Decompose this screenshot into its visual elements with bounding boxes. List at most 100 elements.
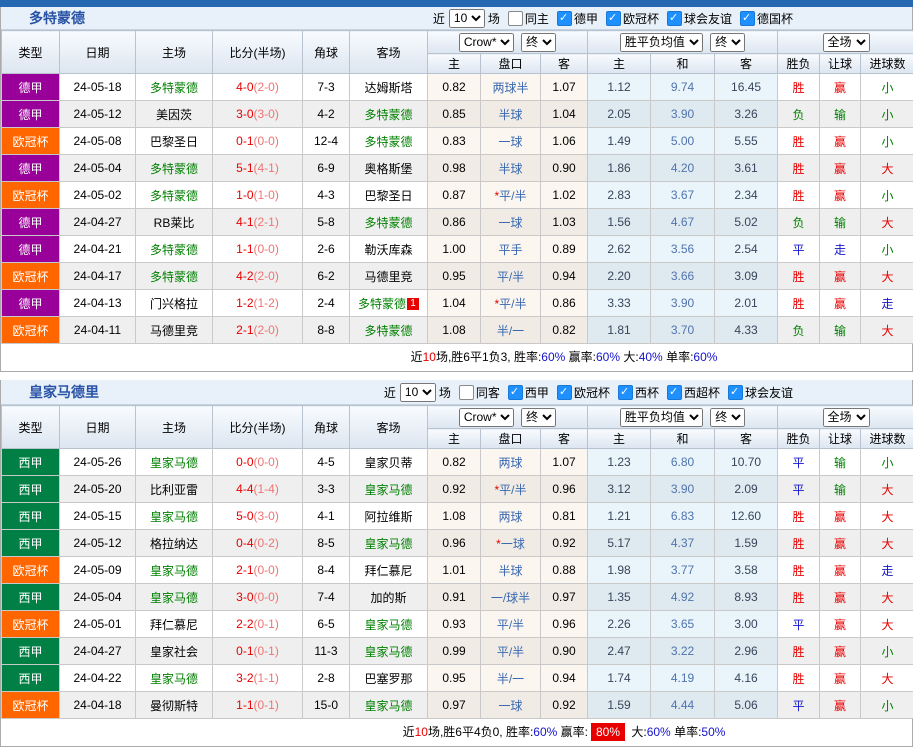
league-filter-checkbox[interactable] bbox=[740, 11, 755, 26]
recent-label: 近 bbox=[433, 10, 445, 27]
corner-score: 3-3 bbox=[303, 476, 350, 503]
league-filter-checkbox[interactable] bbox=[667, 11, 682, 26]
result-handicap: 赢 bbox=[820, 263, 861, 290]
match-row: 西甲24-04-27皇家社会0-1(0-1)11-3皇家马德0.99平/半0.9… bbox=[2, 638, 913, 665]
corner-score: 6-5 bbox=[303, 611, 350, 638]
home-team: 皇家马德 bbox=[136, 665, 213, 692]
odds-company-select[interactable]: Crow* bbox=[459, 408, 514, 427]
halftime-score: (3-0) bbox=[254, 107, 279, 121]
avg-home-odds: 1.49 bbox=[588, 128, 651, 155]
games-suffix-label: 场 bbox=[439, 384, 451, 401]
result-goals: 大 bbox=[861, 476, 913, 503]
halftime-score: (1-2) bbox=[254, 296, 279, 310]
result-wdl: 胜 bbox=[778, 182, 820, 209]
halftime-score: (0-2) bbox=[254, 536, 279, 550]
home-team: 格拉纳达 bbox=[136, 530, 213, 557]
away-team: 皇家贝蒂 bbox=[350, 449, 428, 476]
match-score: 5-0(3-0) bbox=[213, 503, 303, 530]
fulltime-score: 4-0 bbox=[236, 80, 253, 94]
league-badge: 欧冠杯 bbox=[2, 557, 60, 584]
handicap-value: 两球 bbox=[481, 503, 541, 530]
halftime-score: (0-0) bbox=[254, 134, 279, 148]
match-date: 24-05-04 bbox=[60, 584, 136, 611]
result-goals: 大 bbox=[861, 503, 913, 530]
league-badge: 欧冠杯 bbox=[2, 692, 60, 719]
avg-period-select[interactable]: 终 bbox=[710, 33, 745, 52]
avg-home-odds: 1.21 bbox=[588, 503, 651, 530]
summary-segment: 赢率: bbox=[557, 725, 588, 739]
home-team: 多特蒙德 bbox=[136, 74, 213, 101]
summary-segment: 60% bbox=[533, 725, 557, 739]
avg-draw-odds: 4.20 bbox=[651, 155, 715, 182]
result-goals: 大 bbox=[861, 263, 913, 290]
match-row: 德甲24-04-21多特蒙德1-1(0-0)2-6勒沃库森1.00平手0.892… bbox=[2, 236, 913, 263]
avg-type-select[interactable]: 胜平负均值 bbox=[620, 33, 703, 52]
odds-period-select[interactable]: 终 bbox=[521, 408, 556, 427]
handicap-value: 一球 bbox=[481, 128, 541, 155]
avg-home-odds: 1.81 bbox=[588, 317, 651, 344]
col-odds-away: 客 bbox=[541, 54, 588, 74]
away-team: 拜仁慕尼 bbox=[350, 557, 428, 584]
col-handicap: 盘口 bbox=[481, 54, 541, 74]
col-away: 客场 bbox=[350, 406, 428, 449]
match-score: 4-2(2-0) bbox=[213, 263, 303, 290]
avg-draw-odds: 3.77 bbox=[651, 557, 715, 584]
result-handicap: 输 bbox=[820, 317, 861, 344]
match-date: 24-05-12 bbox=[60, 530, 136, 557]
avg-away-odds: 4.33 bbox=[715, 317, 778, 344]
league-badge: 欧冠杯 bbox=[2, 611, 60, 638]
away-odds: 0.92 bbox=[541, 692, 588, 719]
avg-type-select[interactable]: 胜平负均值 bbox=[620, 408, 703, 427]
league-filter-checkbox[interactable] bbox=[618, 385, 633, 400]
league-filter-checkbox[interactable] bbox=[557, 385, 572, 400]
corner-score: 2-8 bbox=[303, 665, 350, 692]
away-team: 勒沃库森 bbox=[350, 236, 428, 263]
recent-games-select[interactable]: 10 bbox=[449, 9, 485, 28]
away-odds: 0.96 bbox=[541, 611, 588, 638]
halftime-score: (1-0) bbox=[254, 188, 279, 202]
col-handicap: 盘口 bbox=[481, 429, 541, 449]
odds-select-cell: Crow* 终 bbox=[428, 406, 588, 429]
same-venue-checkbox[interactable] bbox=[459, 385, 474, 400]
avg-draw-odds: 4.19 bbox=[651, 665, 715, 692]
home-team: RB莱比 bbox=[136, 209, 213, 236]
result-wdl: 胜 bbox=[778, 290, 820, 317]
league-filter-checkbox[interactable] bbox=[606, 11, 621, 26]
match-date: 24-04-11 bbox=[60, 317, 136, 344]
avg-draw-odds: 5.00 bbox=[651, 128, 715, 155]
match-score: 2-2(0-1) bbox=[213, 611, 303, 638]
league-filter-checkbox[interactable] bbox=[508, 385, 523, 400]
summary-segment: 大: bbox=[620, 350, 639, 364]
avg-draw-odds: 3.65 bbox=[651, 611, 715, 638]
league-filter-checkbox[interactable] bbox=[667, 385, 682, 400]
home-team: 多特蒙德 bbox=[136, 155, 213, 182]
col-goals: 进球数 bbox=[861, 54, 913, 74]
away-team: 多特蒙德 bbox=[350, 128, 428, 155]
away-team: 多特蒙德1 bbox=[350, 290, 428, 317]
halftime-score: (2-0) bbox=[254, 80, 279, 94]
result-handicap: 赢 bbox=[820, 182, 861, 209]
away-team: 加的斯 bbox=[350, 584, 428, 611]
col-score: 比分(半场) bbox=[213, 31, 303, 74]
corner-score: 8-5 bbox=[303, 530, 350, 557]
away-team: 多特蒙德 bbox=[350, 101, 428, 128]
home-odds: 0.93 bbox=[428, 611, 481, 638]
same-venue-checkbox[interactable] bbox=[508, 11, 523, 26]
home-odds: 0.95 bbox=[428, 263, 481, 290]
avg-draw-odds: 3.70 bbox=[651, 317, 715, 344]
home-odds: 0.83 bbox=[428, 128, 481, 155]
league-filter-checkbox[interactable] bbox=[728, 385, 743, 400]
away-team: 皇家马德 bbox=[350, 530, 428, 557]
avg-home-odds: 1.23 bbox=[588, 449, 651, 476]
recent-label: 近 bbox=[384, 384, 396, 401]
scope-select[interactable]: 全场 bbox=[823, 33, 870, 52]
summary-segment: 近 bbox=[403, 725, 415, 739]
league-filter-checkbox[interactable] bbox=[557, 11, 572, 26]
scope-select[interactable]: 全场 bbox=[823, 408, 870, 427]
avg-period-select[interactable]: 终 bbox=[710, 408, 745, 427]
odds-period-select[interactable]: 终 bbox=[521, 33, 556, 52]
match-score: 1-2(1-2) bbox=[213, 290, 303, 317]
recent-games-select[interactable]: 10 bbox=[400, 383, 436, 402]
home-team: 皇家马德 bbox=[136, 557, 213, 584]
odds-company-select[interactable]: Crow* bbox=[459, 33, 514, 52]
